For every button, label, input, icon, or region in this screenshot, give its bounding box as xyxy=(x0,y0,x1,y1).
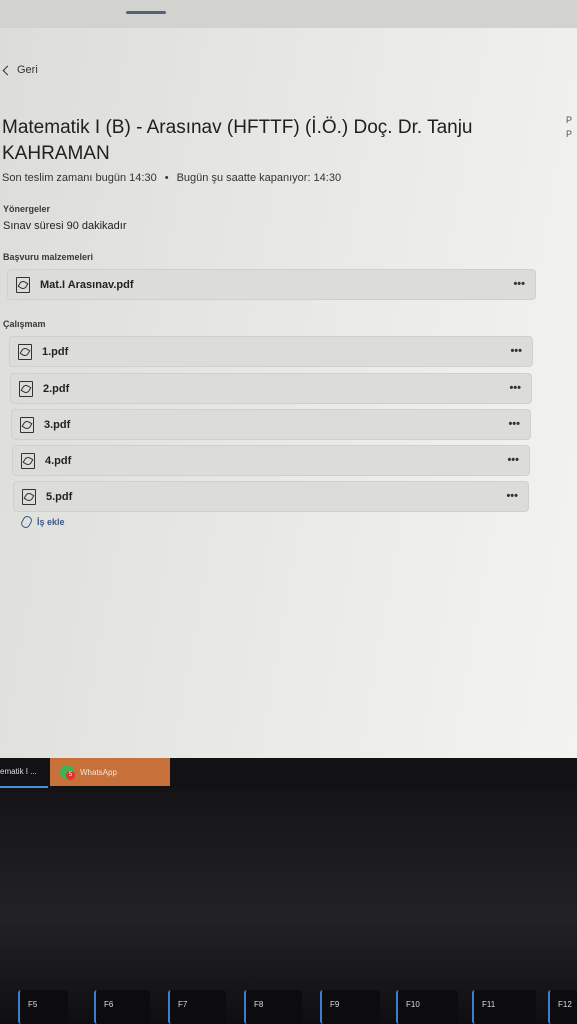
more-options-button[interactable]: ••• xyxy=(513,278,525,290)
file-name: 3.pdf xyxy=(44,418,71,431)
taskbar-item-whatsapp[interactable]: 5 WhatsApp xyxy=(50,758,170,786)
file-name: 5.pdf xyxy=(46,490,73,503)
key-f5[interactable]: F5 xyxy=(18,990,68,1024)
taskbar-item-matematik[interactable]: ematik I ... xyxy=(0,758,48,788)
top-strip xyxy=(0,0,577,28)
key-f6[interactable]: F6 xyxy=(94,990,150,1024)
key-f10[interactable]: F10 xyxy=(396,990,458,1024)
reference-file-item[interactable]: Mat.I Arasınav.pdf ••• xyxy=(8,270,535,299)
closes-text: Bugün şu saatte kapanıyor: 14:30 xyxy=(176,172,342,184)
taskbar-item-label: WhatsApp xyxy=(80,767,117,777)
file-name: Mat.I Arasınav.pdf xyxy=(40,278,134,291)
chevron-left-icon xyxy=(2,65,13,75)
instructions-heading: Yönergeler xyxy=(3,204,51,214)
key-f9[interactable]: F9 xyxy=(320,990,380,1024)
key-f8[interactable]: F8 xyxy=(244,990,302,1024)
pdf-icon xyxy=(20,416,34,433)
laptop-bezel xyxy=(0,788,577,1024)
pdf-icon xyxy=(19,380,33,397)
more-options-button[interactable]: ••• xyxy=(509,382,521,394)
function-key-row: F5 F6 F7 F8 F9 F10 F11 F12 xyxy=(0,990,577,1024)
pdf-icon xyxy=(22,488,36,505)
key-f11[interactable]: F11 xyxy=(472,990,536,1024)
more-options-button[interactable]: ••• xyxy=(506,490,518,502)
pdf-icon xyxy=(21,452,35,469)
more-options-button[interactable]: ••• xyxy=(507,454,519,466)
notification-badge: 5 xyxy=(66,771,75,780)
more-options-button[interactable]: ••• xyxy=(510,345,522,357)
pdf-icon xyxy=(16,276,30,293)
work-file-item[interactable]: 4.pdf ••• xyxy=(13,446,529,475)
back-button[interactable]: Geri xyxy=(2,64,38,76)
taskbar: ematik I ... 5 WhatsApp xyxy=(0,758,577,788)
work-file-item[interactable]: 3.pdf ••• xyxy=(12,410,530,439)
app-window: Geri Matematik I (B) - Arasınav (HFTTF) … xyxy=(0,0,577,760)
add-work-label: İş ekle xyxy=(37,517,65,527)
file-name: 1.pdf xyxy=(42,345,69,358)
due-text: Son teslim zamanı bugün 14:30 xyxy=(2,172,157,184)
reference-heading: Başvuru malzemeleri xyxy=(3,252,94,262)
work-file-item[interactable]: 2.pdf ••• xyxy=(11,374,531,403)
whatsapp-icon: 5 xyxy=(60,765,75,780)
work-file-item[interactable]: 1.pdf ••• xyxy=(10,337,532,366)
file-name: 2.pdf xyxy=(43,382,70,395)
add-work-button[interactable]: İş ekle xyxy=(19,514,65,530)
pdf-icon xyxy=(18,343,32,360)
paperclip-icon xyxy=(19,514,34,530)
back-label: Geri xyxy=(17,64,38,76)
key-f7[interactable]: F7 xyxy=(168,990,226,1024)
tab-indicator xyxy=(126,11,166,14)
work-heading: Çalışmam xyxy=(3,319,46,329)
key-f12[interactable]: F12 xyxy=(548,990,577,1024)
work-file-item[interactable]: 5.pdf ••• xyxy=(14,482,528,511)
bullet-separator: • xyxy=(164,172,169,184)
due-info: Son teslim zamanı bugün 14:30 • Bugün şu… xyxy=(2,172,341,184)
edge-letter: P xyxy=(566,115,573,125)
page-title: Matematik I (B) - Arasınav (HFTTF) (İ.Ö.… xyxy=(2,117,473,164)
edge-letter: P xyxy=(566,129,573,139)
file-name: 4.pdf xyxy=(45,454,72,467)
instructions-text: Sınav süresi 90 dakikadır xyxy=(3,220,127,232)
right-edge-text: P P xyxy=(566,113,572,141)
more-options-button[interactable]: ••• xyxy=(508,418,520,430)
